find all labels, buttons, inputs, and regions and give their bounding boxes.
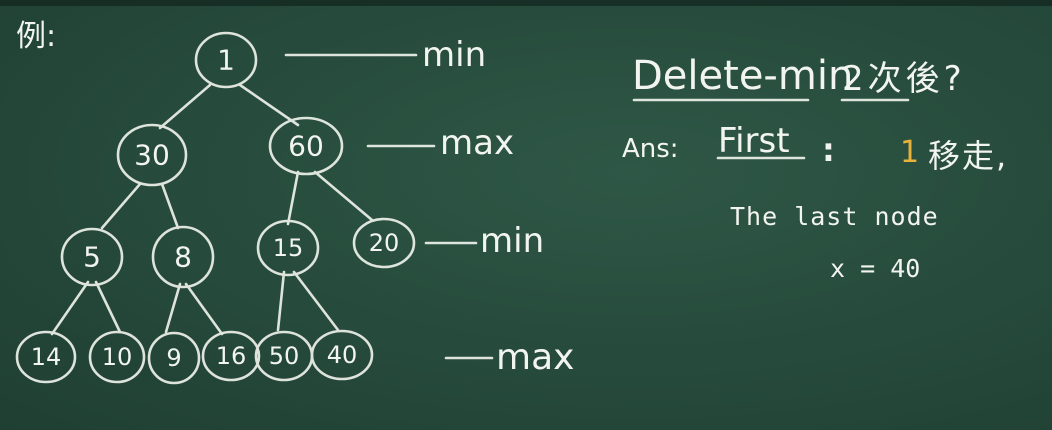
question-text: 2次後?	[842, 59, 966, 99]
node-value: 8	[174, 241, 192, 274]
edge	[164, 282, 182, 334]
node-value: 15	[273, 234, 304, 262]
edge	[184, 282, 224, 336]
node-value: 16	[216, 342, 247, 370]
edge	[313, 170, 374, 222]
x-value-text: x = 40	[830, 254, 921, 283]
edge	[94, 280, 122, 334]
colon-mark: :	[822, 131, 835, 169]
edge	[292, 270, 340, 332]
node-value: 9	[166, 344, 181, 372]
last-node-text: The last node	[730, 202, 939, 231]
level-label-max: max	[496, 337, 575, 378]
node-value: 1	[217, 44, 235, 77]
delete-min-heading: Delete-min	[632, 53, 854, 99]
edge	[238, 83, 300, 127]
edge	[50, 280, 90, 336]
chalkboard: 例: 1 30 60 5 8 15 20 14 10 9 16 50 40 mi…	[0, 0, 1052, 430]
node-value: 10	[102, 343, 133, 371]
step-number: 1	[900, 135, 920, 170]
node-value: 14	[31, 343, 62, 371]
node-value: 60	[288, 130, 324, 163]
ans-label: Ans:	[622, 134, 679, 164]
node-value: 20	[369, 229, 400, 257]
step-text: 移走,	[928, 137, 1009, 175]
node-value: 30	[134, 139, 170, 172]
edge	[158, 83, 212, 130]
edge	[160, 182, 180, 230]
node-value: 50	[269, 342, 300, 370]
node-value: 5	[83, 241, 101, 274]
node-value: 40	[327, 341, 358, 369]
edge	[276, 270, 286, 332]
level-label-min: min	[422, 35, 487, 75]
level-label-min: min	[480, 221, 545, 261]
first-label: First	[718, 121, 790, 161]
edge	[286, 170, 300, 226]
level-label-max: max	[440, 123, 515, 163]
edge	[100, 182, 142, 230]
